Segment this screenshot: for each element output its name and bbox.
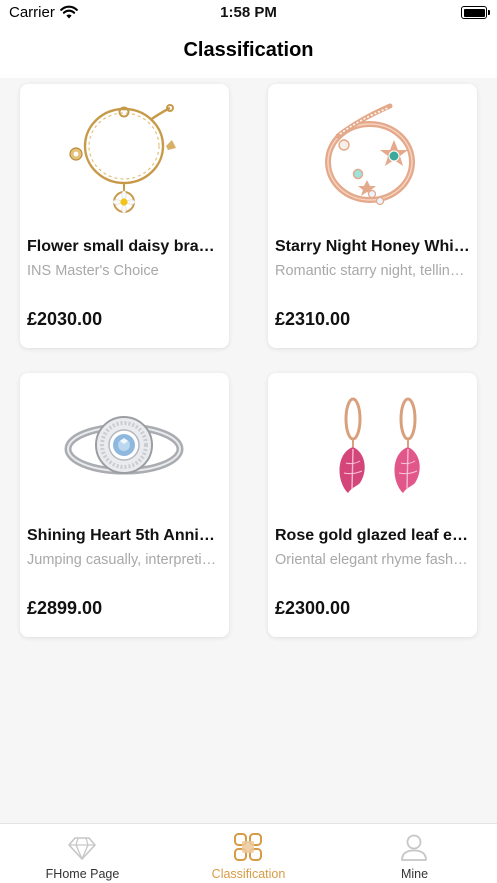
tab-label: FHome Page <box>45 867 120 881</box>
tab-fhome-page[interactable]: FHome Page <box>0 824 165 883</box>
diamond-icon <box>68 837 96 860</box>
product-price: £2300.00 <box>275 598 351 618</box>
product-grid[interactable]: Flower small daisy bracelet INS Master's… <box>0 78 497 823</box>
product-name: Starry Night Honey White Ring <box>275 238 470 255</box>
product-card[interactable]: Shining Heart 5th Anniversary Ring Jumpi… <box>20 373 229 637</box>
product-description: Oriental elegant rhyme fashion <box>275 552 470 568</box>
product-card[interactable]: Starry Night Honey White Ring Romantic s… <box>268 84 477 348</box>
product-card[interactable]: Rose gold glazed leaf earrings Oriental … <box>268 373 477 637</box>
tab-classification[interactable]: Classification <box>166 824 331 883</box>
product-name: Shining Heart 5th Anniversary Ring <box>27 527 222 544</box>
product-card[interactable]: Flower small daisy bracelet INS Master's… <box>20 84 229 348</box>
product-name: Rose gold glazed leaf earrings <box>275 527 470 544</box>
product-price: £2899.00 <box>27 598 103 618</box>
product-description: INS Master's Choice <box>27 263 159 279</box>
nav-bar: Classification <box>0 26 497 78</box>
status-bar: Carrier 1:58 PM <box>0 0 497 26</box>
tab-bar: FHome Page Classification Mine <box>0 823 497 883</box>
product-price: £2030.00 <box>27 309 103 329</box>
grid-icon <box>234 833 262 861</box>
pink-leaf-earrings-image <box>268 373 477 523</box>
person-icon <box>401 834 427 861</box>
rose-gold-star-ring-image <box>268 84 477 234</box>
tab-label: Mine <box>400 867 429 881</box>
page-title: Classification <box>183 39 314 61</box>
blue-halo-ring-image <box>20 373 229 523</box>
product-name: Flower small daisy bracelet <box>27 238 222 255</box>
tab-label: Classification <box>211 867 286 881</box>
product-description: Romantic starry night, telling love <box>275 263 470 279</box>
gold-daisy-bracelet-image <box>20 84 229 234</box>
product-price: £2310.00 <box>275 309 351 329</box>
clock: 1:58 PM <box>220 4 277 21</box>
tab-mine[interactable]: Mine <box>332 824 497 883</box>
battery-icon <box>461 6 490 19</box>
product-description: Jumping casually, interpreting love <box>27 552 222 568</box>
